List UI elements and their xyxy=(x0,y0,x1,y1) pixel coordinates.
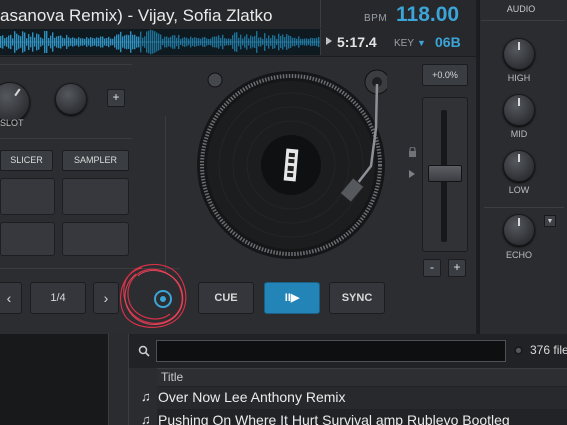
sync-button[interactable]: SYNC xyxy=(329,282,385,314)
track-row-title: Over Now Lee Anthony Remix xyxy=(158,389,346,405)
left-divider-top xyxy=(0,64,132,65)
time-remaining: 5:17.4 xyxy=(337,34,377,50)
browser-divider[interactable] xyxy=(108,334,129,425)
echo-divider xyxy=(484,207,564,208)
browser-folder-panel xyxy=(0,334,108,425)
column-header[interactable] xyxy=(157,368,567,386)
key-label: KEY xyxy=(394,38,415,49)
bpm-value[interactable]: 118.00 xyxy=(396,3,459,27)
pitch-marker-icon xyxy=(409,170,415,178)
audio-divider xyxy=(481,20,565,21)
turntable-platter[interactable] xyxy=(195,68,387,260)
table-row[interactable]: Over Now Lee Anthony Remix xyxy=(157,387,567,409)
pad-4[interactable] xyxy=(62,222,129,256)
left-divider-bottom xyxy=(0,268,180,269)
echo-dropdown-button[interactable]: ▼ xyxy=(544,215,556,227)
eq-high-label: HIGH xyxy=(507,73,531,83)
bpm-label: BPM xyxy=(364,13,388,24)
play-pause-button[interactable]: II▶ xyxy=(264,282,320,314)
sampler-button[interactable]: SAMPLER xyxy=(62,150,129,171)
target-icon-center xyxy=(160,296,166,302)
eq-high-knob[interactable] xyxy=(503,38,535,70)
eq-low-knob[interactable] xyxy=(503,150,535,182)
pad-3[interactable] xyxy=(0,222,55,256)
echo-label: ECHO xyxy=(505,250,532,260)
echo-knob[interactable] xyxy=(503,214,535,246)
pad-1[interactable] xyxy=(0,178,55,215)
loop-next-button[interactable]: › xyxy=(93,282,119,314)
loop-size-button[interactable]: 1/4 xyxy=(30,282,86,314)
track-title: asanova Remix) - Vijay, Sofia Zlatko xyxy=(0,6,273,25)
pitch-minus-button[interactable]: - xyxy=(423,259,441,277)
sampler-volume-knob[interactable] xyxy=(55,83,87,115)
add-button[interactable]: + xyxy=(107,89,125,107)
waveform-overview[interactable] xyxy=(0,29,320,55)
file-count-icon xyxy=(514,346,523,355)
column-title[interactable]: Title xyxy=(161,370,183,384)
eq-mid-knob[interactable] xyxy=(503,94,535,126)
audio-title: AUDIO xyxy=(506,4,536,14)
header-divider xyxy=(320,0,321,28)
search-icon xyxy=(138,345,150,357)
slot-label: SLOT xyxy=(0,118,24,128)
pitch-plus-button[interactable]: + xyxy=(448,259,466,277)
music-note-icon: ♫ xyxy=(141,412,151,425)
music-note-icon: ♫ xyxy=(141,389,151,404)
file-count: 376 file xyxy=(530,343,567,357)
search-input[interactable] xyxy=(156,340,506,362)
eq-mid-label: MID xyxy=(510,129,528,139)
eq-low-label: LOW xyxy=(508,185,530,195)
cue-button[interactable]: CUE xyxy=(198,282,254,314)
table-row[interactable]: Pushing On Where It Hurt Survival amp Ru… xyxy=(157,410,567,425)
key-value[interactable]: 06B xyxy=(435,34,461,50)
section-divider xyxy=(165,116,166,272)
key-dropdown-icon[interactable]: ▼ xyxy=(417,38,426,48)
lock-icon[interactable] xyxy=(408,147,417,157)
slicer-button[interactable]: SLICER xyxy=(0,150,53,171)
pitch-readout[interactable]: +0.0% xyxy=(422,64,468,86)
play-indicator-icon xyxy=(326,37,332,45)
track-row-title: Pushing On Where It Hurt Survival amp Ru… xyxy=(158,412,510,425)
left-divider-mid xyxy=(0,138,132,139)
pad-2[interactable] xyxy=(62,178,129,215)
loop-prev-button[interactable]: ‹ xyxy=(0,282,22,314)
pitch-slider-handle[interactable] xyxy=(428,165,462,182)
